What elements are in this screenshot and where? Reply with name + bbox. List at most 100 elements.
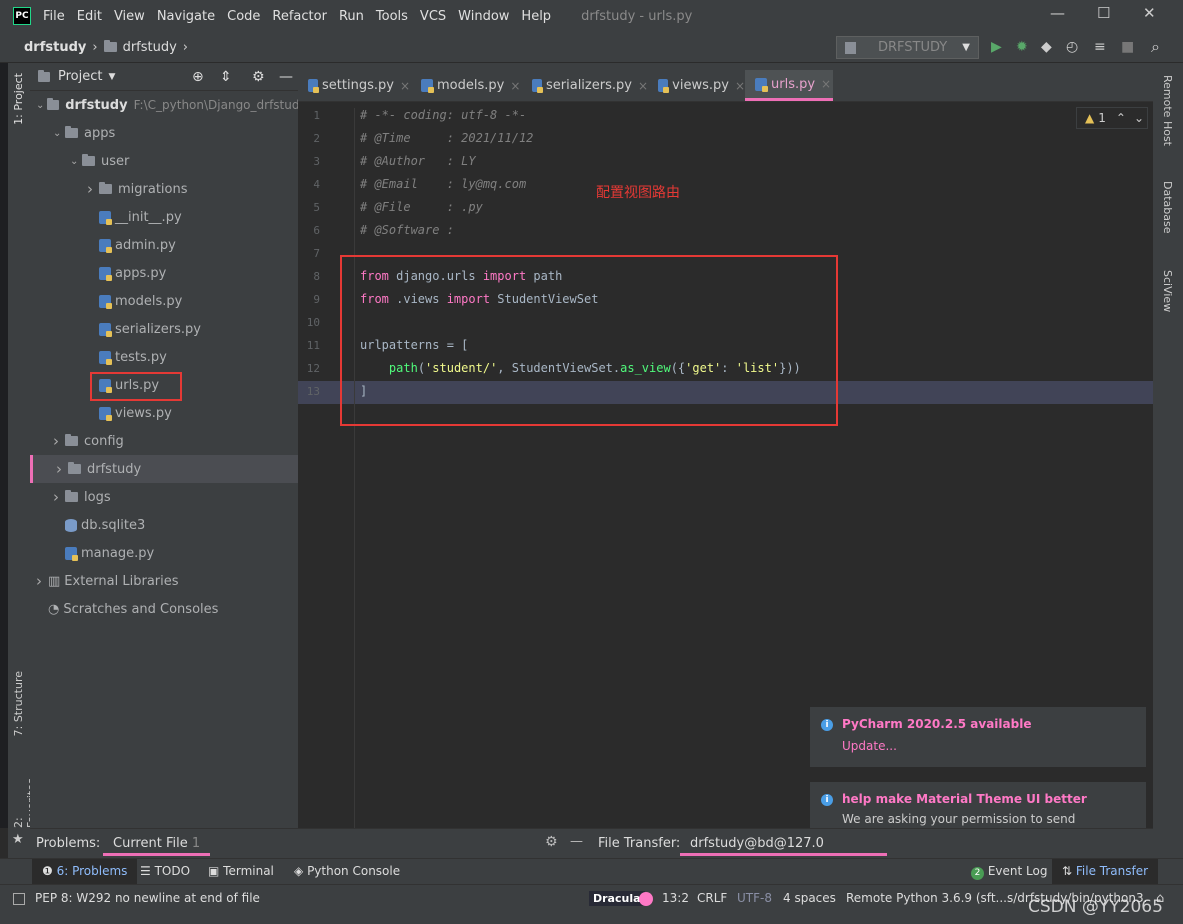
code-line[interactable]: # @Email : ly@mq.com [360, 177, 526, 191]
tree-item[interactable]: manage.py [30, 539, 298, 567]
file-encoding[interactable]: UTF-8 [737, 891, 772, 905]
maximize-button[interactable]: ☐ [1097, 4, 1110, 22]
menu-file[interactable]: File [43, 9, 65, 24]
debug-icon[interactable]: ✹ [1016, 39, 1028, 55]
star-icon[interactable]: ★ [12, 832, 24, 847]
hide-icon[interactable]: — [279, 69, 293, 85]
tree-item[interactable]: › ▥ External Libraries [30, 567, 298, 595]
menu-navigate[interactable]: Navigate [157, 9, 215, 24]
inspection-widget[interactable]: ▲ 1 ⌃ ⌄ [1076, 107, 1148, 129]
tab-current-file[interactable]: Current File 1 [103, 829, 211, 856]
tree-item[interactable]: › config [30, 427, 298, 455]
menu-window[interactable]: Window [458, 9, 509, 24]
menu-refactor[interactable]: Refactor [272, 9, 327, 24]
chevron-right-icon[interactable]: › [53, 488, 65, 506]
run-icon[interactable]: ▶ [991, 39, 1002, 55]
close-tab-icon[interactable]: × [510, 79, 520, 93]
menu-edit[interactable]: Edit [77, 9, 102, 24]
tab-file-transfer-target[interactable]: drfstudy@bd@127.0 [680, 829, 887, 856]
menu-help[interactable]: Help [521, 9, 551, 24]
problems-tool-button[interactable]: ❶ 6: Problems [32, 859, 138, 885]
breadcrumb-folder[interactable]: drfstudy [123, 40, 177, 55]
chevron-down-icon[interactable]: ⌄ [1134, 111, 1144, 125]
tab-serializers-py[interactable]: serializers.py × [522, 70, 648, 101]
code-line[interactable]: # @Software : [360, 223, 454, 237]
terminal-tool-button[interactable]: ▣ Terminal [208, 864, 274, 878]
run-config-select[interactable]: DRFSTUDY ▼ [836, 36, 979, 59]
event-log-tool-button[interactable]: 2 Event Log [971, 864, 1047, 880]
chevron-right-icon[interactable]: › [87, 180, 99, 198]
chevron-down-icon[interactable]: ⌄ [53, 128, 65, 139]
collapse-all-icon[interactable]: ⇕ [220, 69, 232, 85]
tree-item[interactable]: serializers.py [30, 315, 298, 343]
locate-icon[interactable]: ⊕ [192, 69, 204, 85]
tree-item[interactable]: tests.py [30, 343, 298, 371]
theme-badge[interactable]: Dracula [589, 891, 645, 906]
tree-item[interactable]: › migrations [30, 175, 298, 203]
menu-view[interactable]: View [114, 9, 145, 24]
python-console-tool-button[interactable]: ◈ Python Console [294, 864, 400, 878]
close-tab-icon[interactable]: × [735, 79, 745, 93]
tree-item[interactable]: db.sqlite3 [30, 511, 298, 539]
structure-tool-button[interactable]: 7: Structure [12, 671, 25, 736]
database-tool-button[interactable]: Database [1161, 181, 1174, 234]
chevron-up-icon[interactable]: ⌃ [1116, 111, 1126, 125]
tree-item[interactable]: ◔ Scratches and Consoles [30, 595, 298, 623]
menu-run[interactable]: Run [339, 9, 364, 24]
sciview-tool-button[interactable]: SciView [1161, 270, 1174, 312]
chevron-right-icon[interactable]: › [36, 572, 48, 590]
tab-views-py[interactable]: views.py × [648, 70, 745, 101]
close-tab-icon[interactable]: × [638, 79, 648, 93]
coverage-icon[interactable]: ◆ [1041, 39, 1052, 55]
code-line[interactable]: # @Time : 2021/11/12 [360, 131, 533, 145]
tree-item[interactable]: __init__.py [30, 203, 298, 231]
menu-code[interactable]: Code [227, 9, 260, 24]
gear-icon[interactable]: ⚙ [252, 69, 265, 85]
tree-item[interactable]: ⌄ drfstudy F:\C_python\Django_drfstudy\ [30, 91, 298, 119]
tree-item[interactable]: ⌄ apps [30, 119, 298, 147]
chevron-down-icon[interactable]: ⌄ [70, 156, 82, 167]
python-icon: ◈ [294, 864, 304, 878]
profile-icon[interactable]: ◴ [1066, 39, 1078, 55]
close-tab-icon[interactable]: × [400, 79, 410, 93]
project-title[interactable]: Project [58, 69, 102, 84]
tree-item[interactable]: ⌄ user [30, 147, 298, 175]
tree-item[interactable]: models.py [30, 287, 298, 315]
hide-icon[interactable]: — [570, 834, 583, 849]
dropdown-arrow-icon[interactable]: ▼ [108, 72, 115, 82]
tree-item[interactable]: › drfstudy [30, 455, 298, 483]
minimize-button[interactable]: — [1050, 4, 1065, 22]
tree-item[interactable]: admin.py [30, 231, 298, 259]
todo-tool-button[interactable]: ☰ TODO [140, 864, 190, 878]
line-separator[interactable]: CRLF [697, 891, 727, 905]
tree-item[interactable]: apps.py [30, 259, 298, 287]
chevron-right-icon[interactable]: › [53, 432, 65, 450]
search-icon[interactable]: ⌕ [1151, 37, 1160, 57]
close-button[interactable]: ✕ [1143, 4, 1156, 22]
tree-item[interactable]: › logs [30, 483, 298, 511]
code-line[interactable]: # -*- coding: utf-8 -*- [360, 108, 526, 122]
tab-models-py[interactable]: models.py × [411, 70, 521, 101]
code-line[interactable]: # @File : .py [360, 200, 483, 214]
chevron-right-icon[interactable]: › [56, 460, 68, 478]
stop-icon[interactable]: ■ [1121, 39, 1134, 55]
indent-setting[interactable]: 4 spaces [783, 891, 836, 905]
file-transfer-tool-button[interactable]: ⇅ File Transfer [1052, 859, 1159, 885]
toggle-tool-windows-icon[interactable] [13, 893, 25, 905]
project-tool-button[interactable]: 1: Project [12, 73, 25, 125]
tree-item[interactable]: views.py [30, 399, 298, 427]
code-line[interactable]: # @Author : LY [360, 154, 476, 168]
breadcrumb-root[interactable]: drfstudy [24, 40, 86, 55]
remote-host-tool-button[interactable]: Remote Host [1161, 75, 1174, 146]
tab-urls-py[interactable]: urls.py × [745, 70, 833, 101]
menu-tools[interactable]: Tools [376, 9, 408, 24]
notification-update[interactable]: i PyCharm 2020.2.5 available Update... [809, 706, 1147, 768]
close-tab-icon[interactable]: × [821, 77, 831, 91]
build-icon[interactable]: ≡ [1094, 39, 1106, 55]
caret-position[interactable]: 13:2 [662, 891, 689, 905]
chevron-down-icon[interactable]: ⌄ [36, 100, 47, 111]
update-link[interactable]: Update... [842, 739, 1134, 753]
menu-vcs[interactable]: VCS [420, 9, 446, 24]
gear-icon[interactable]: ⚙ [545, 834, 558, 850]
tab-settings-py[interactable]: settings.py × [298, 70, 410, 101]
